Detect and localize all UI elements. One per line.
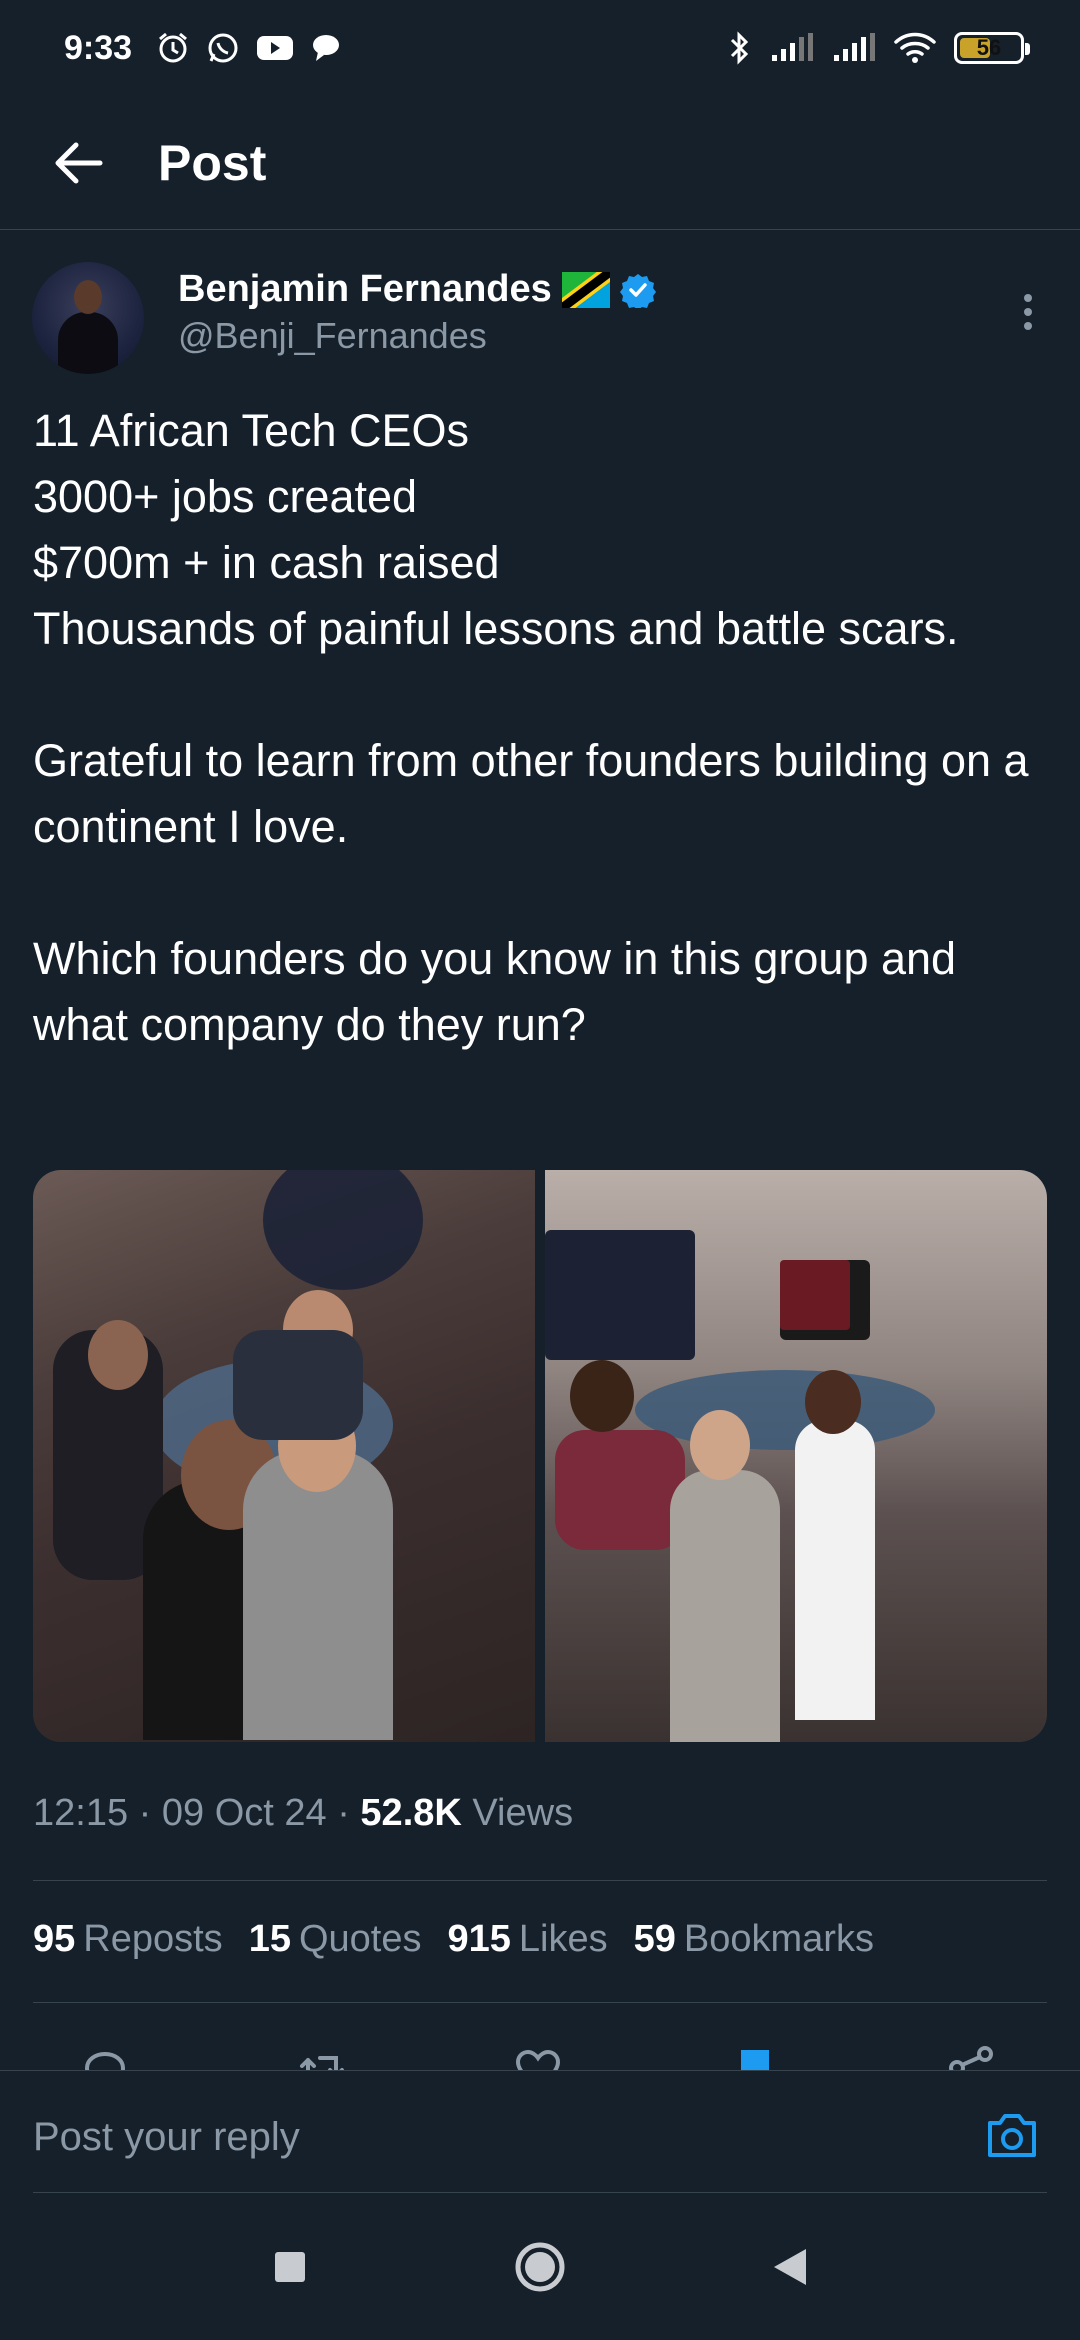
status-bar: 9:33 56 [0,0,1080,96]
status-time: 9:33 [64,28,133,67]
reposts-label: Reposts [83,1918,223,1960]
author-name[interactable]: Benjamin Fernandes [178,268,552,311]
divider [33,2002,1047,2003]
signal-icon [834,33,875,61]
meta-separator: · [138,1792,152,1834]
likes-count: 915 [447,1918,511,1960]
repost-icon[interactable] [294,2040,350,2070]
bookmarks-stat[interactable]: 59 Bookmarks [634,1918,874,1961]
meta-separator: · [337,1792,350,1834]
bluetooth-icon [730,31,749,65]
post-author: Benjamin Fernandes @Benji_Fernandes [32,262,1048,376]
reply-bar: Post your reply [0,2070,1080,2194]
divider [33,1880,1047,1881]
post-text: 11 African Tech CEOs 3000+ jobs created … [33,405,1029,1050]
reply-input[interactable]: Post your reply [33,2115,300,2160]
chat-icon [313,35,340,61]
battery-icon: 56 [954,32,1030,64]
post-meta: 12:15 · 09 Oct 24 · 52.8K Views [33,1792,573,1835]
post-media [33,1170,1047,1742]
more-vertical-icon [1024,294,1032,330]
likes-stat[interactable]: 915 Likes [448,1918,608,1961]
quotes-count: 15 [248,1918,291,1960]
quotes-label: Quotes [298,1918,422,1960]
whatsapp-icon [208,33,238,63]
home-button[interactable] [510,2237,570,2297]
like-icon[interactable] [510,2040,566,2070]
back-button[interactable] [38,123,118,203]
wifi-icon [894,32,936,63]
top-app-bar: Post [0,96,1080,230]
post-actions [33,2040,1047,2070]
more-options-button[interactable] [1008,282,1048,342]
bookmark-icon[interactable] [727,2040,783,2070]
post-stats: 95 Reposts 15 Quotes 915 Likes 59 Bookmarks [33,1918,874,1961]
author-names: Benjamin Fernandes @Benji_Fernandes [178,268,656,376]
post-photo-1[interactable] [33,1170,535,1742]
reposts-stat[interactable]: 95 Reposts [33,1918,223,1961]
avatar[interactable] [32,262,144,374]
reposts-count: 95 [33,1918,76,1960]
battery-text: 56 [976,35,1002,60]
arrow-left-icon [55,142,103,183]
alarm-icon [159,32,188,63]
author-handle[interactable]: @Benji_Fernandes [178,315,656,357]
post-time: 12:15 [33,1792,129,1834]
square-icon [275,2252,305,2282]
recents-button[interactable] [260,2237,320,2297]
verified-badge-icon [619,273,656,308]
reply-icon[interactable] [77,2040,133,2070]
signal-icon [772,33,813,61]
share-icon[interactable] [943,2040,999,2070]
camera-icon[interactable] [984,2111,1040,2161]
tanzania-flag-icon [561,271,610,308]
youtube-icon [257,36,294,60]
post-photo-2[interactable] [545,1170,1047,1742]
views-count: 52.8K [360,1792,462,1834]
page-title: Post [158,134,267,191]
divider [33,2192,1047,2193]
likes-label: Likes [518,1918,608,1960]
views-label: Views [472,1792,574,1834]
post-date: 09 Oct 24 [161,1792,327,1834]
bookmarks-count: 59 [633,1918,676,1960]
circle-icon [515,2242,565,2292]
triangle-back-icon [774,2249,806,2285]
system-nav-bar [0,2194,1080,2340]
quotes-stat[interactable]: 15 Quotes [249,1918,422,1961]
nav-back-button[interactable] [760,2237,820,2297]
bookmarks-label: Bookmarks [683,1918,874,1960]
